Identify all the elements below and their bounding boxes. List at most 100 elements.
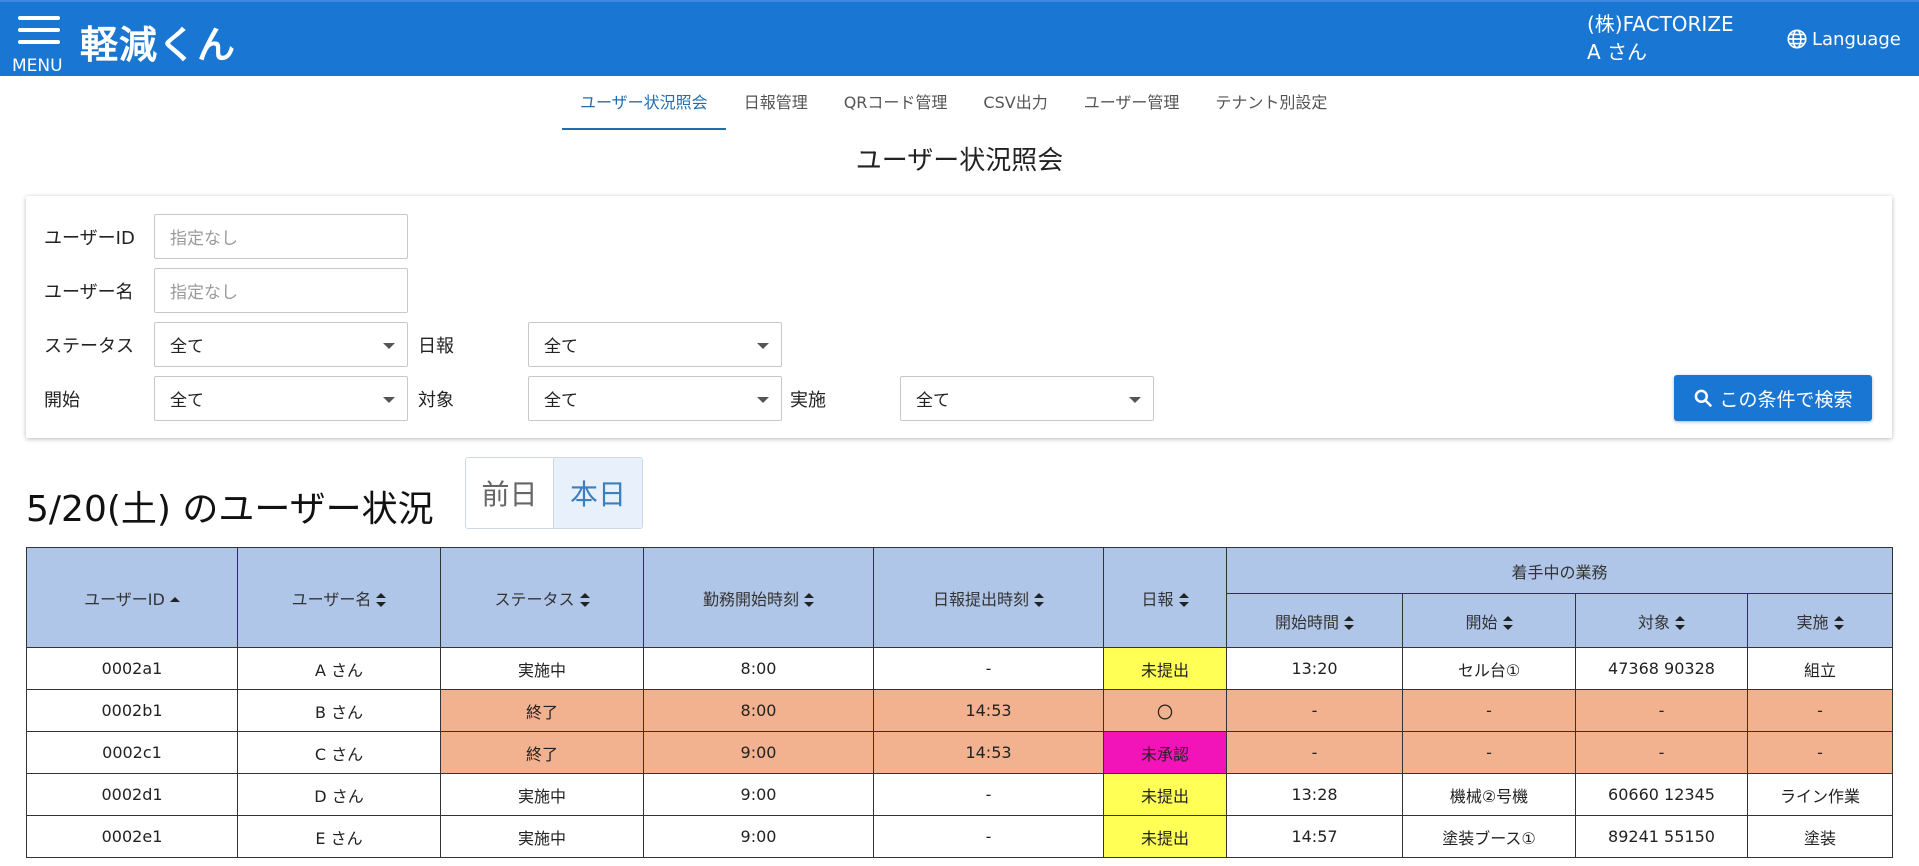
cell-user-name-link[interactable]: D さん bbox=[237, 773, 441, 816]
cell-report-time: - bbox=[873, 815, 1104, 858]
cell-task-start: - bbox=[1402, 731, 1576, 774]
sort-icon bbox=[1502, 616, 1513, 630]
col-task-start[interactable]: 開始 bbox=[1402, 593, 1576, 648]
search-button-label: この条件で検索 bbox=[1719, 388, 1853, 411]
cell-user-id: 0002c1 bbox=[26, 731, 238, 774]
target-select-value: 全て bbox=[544, 391, 578, 411]
col-user-id[interactable]: ユーザーID bbox=[26, 547, 238, 648]
cell-user-id: 0002e1 bbox=[26, 815, 238, 858]
cell-task-target: 60660 12345 bbox=[1575, 773, 1748, 816]
dropdown-caret-icon bbox=[383, 343, 395, 349]
col-task-start-label: 開始 bbox=[1465, 612, 1498, 632]
cell-user-id: 0002a1 bbox=[26, 647, 238, 690]
tab-user-status[interactable]: ユーザー状況照会 bbox=[562, 84, 726, 130]
cell-user-name-link[interactable]: C さん bbox=[237, 731, 441, 774]
tab-qr-code[interactable]: QRコード管理 bbox=[826, 84, 966, 130]
execution-select-value: 全て bbox=[916, 391, 950, 411]
menu-icon-bar bbox=[18, 40, 60, 44]
col-current-task: 着手中の業務 bbox=[1225, 547, 1894, 594]
cell-task-start: 機械②号機 bbox=[1402, 773, 1576, 816]
previous-day-button[interactable]: 前日 bbox=[466, 458, 554, 528]
cell-user-name-link[interactable]: A さん bbox=[237, 647, 441, 690]
cell-task-target: 47368 90328 bbox=[1575, 647, 1748, 690]
cell-report: 未提出 bbox=[1103, 773, 1227, 816]
cell-task-start: - bbox=[1402, 689, 1576, 732]
cell-user-name-link[interactable]: E さん bbox=[237, 815, 441, 858]
status-label: ステータス bbox=[44, 336, 134, 357]
col-task-exec-label: 実施 bbox=[1796, 612, 1829, 632]
col-report-label: 日報 bbox=[1141, 589, 1174, 609]
cell-status: 終了 bbox=[440, 689, 644, 732]
tab-tenant-settings[interactable]: テナント別設定 bbox=[1197, 84, 1345, 130]
cell-user-name-link[interactable]: B さん bbox=[237, 689, 441, 732]
execution-select[interactable]: 全て bbox=[900, 376, 1154, 421]
table-row: 0002c1 C さん 終了 9:00 14:53 未承認 - - - - bbox=[26, 731, 1894, 774]
cell-report-time: - bbox=[873, 647, 1104, 690]
sort-icon bbox=[1178, 593, 1189, 607]
page-title: ユーザー状況照会 bbox=[855, 146, 1064, 176]
tab-daily-report[interactable]: 日報管理 bbox=[726, 84, 826, 130]
cell-status: 実施中 bbox=[440, 815, 644, 858]
cell-task-target: 89241 55150 bbox=[1575, 815, 1748, 858]
table-row: 0002a1 A さん 実施中 8:00 - 未提出 13:20 セル台① 47… bbox=[26, 647, 1894, 690]
cell-work-start: 8:00 bbox=[643, 647, 874, 690]
menu-icon bbox=[18, 16, 60, 20]
cell-status: 実施中 bbox=[440, 773, 644, 816]
cell-user-id: 0002b1 bbox=[26, 689, 238, 732]
user-name-input[interactable]: 指定なし bbox=[154, 268, 408, 313]
cell-task-exec: - bbox=[1746, 689, 1894, 732]
report-select[interactable]: 全て bbox=[528, 322, 782, 367]
report-select-value: 全て bbox=[544, 337, 578, 357]
col-task-target[interactable]: 対象 bbox=[1575, 593, 1748, 648]
menu-label: MENU bbox=[12, 56, 63, 76]
cell-report-time: - bbox=[873, 773, 1104, 816]
col-report[interactable]: 日報 bbox=[1103, 547, 1227, 648]
col-report-time[interactable]: 日報提出時刻 bbox=[873, 547, 1104, 648]
cell-task-exec: ライン作業 bbox=[1746, 773, 1894, 816]
dropdown-caret-icon bbox=[383, 397, 395, 403]
menu-icon-bar bbox=[18, 28, 60, 32]
language-button[interactable]: Language bbox=[1786, 28, 1901, 50]
today-button[interactable]: 本日 bbox=[554, 458, 642, 528]
tab-user-management[interactable]: ユーザー管理 bbox=[1066, 84, 1198, 130]
user-id-input[interactable]: 指定なし bbox=[154, 214, 408, 259]
col-status[interactable]: ステータス bbox=[440, 547, 644, 648]
sort-icon bbox=[376, 593, 387, 607]
cell-user-id: 0002d1 bbox=[26, 773, 238, 816]
cell-task-start: 塗装ブース① bbox=[1402, 815, 1576, 858]
col-task-exec[interactable]: 実施 bbox=[1746, 593, 1894, 648]
cell-status: 終了 bbox=[440, 731, 644, 774]
sort-icon bbox=[1833, 616, 1844, 630]
user-id-label: ユーザーID bbox=[44, 228, 135, 249]
execution-label: 実施 bbox=[790, 390, 826, 411]
col-task-start-time-label: 開始時間 bbox=[1274, 612, 1339, 632]
col-work-start[interactable]: 勤務開始時刻 bbox=[643, 547, 874, 648]
cell-task-exec: - bbox=[1746, 731, 1894, 774]
cell-work-start: 8:00 bbox=[643, 689, 874, 732]
cell-report: 未提出 bbox=[1103, 647, 1227, 690]
cell-task-start: セル台① bbox=[1402, 647, 1576, 690]
menu-button[interactable]: MENU bbox=[10, 12, 68, 76]
col-user-name[interactable]: ユーザー名 bbox=[237, 547, 441, 648]
status-select-value: 全て bbox=[170, 337, 204, 357]
col-task-start-time[interactable]: 開始時間 bbox=[1226, 593, 1403, 648]
cell-task-exec: 組立 bbox=[1746, 647, 1894, 690]
dropdown-caret-icon bbox=[757, 343, 769, 349]
cell-task-target: - bbox=[1575, 731, 1748, 774]
tab-csv-export[interactable]: CSV出力 bbox=[965, 84, 1065, 130]
col-report-time-label: 日報提出時刻 bbox=[932, 589, 1029, 609]
cell-report: 〇 bbox=[1103, 689, 1227, 732]
start-select[interactable]: 全て bbox=[154, 376, 408, 421]
cell-work-start: 9:00 bbox=[643, 731, 874, 774]
report-label: 日報 bbox=[418, 336, 454, 357]
filter-panel: ユーザーID 指定なし ユーザー名 指定なし ステータス 全て 日報 全て 開始… bbox=[26, 196, 1892, 438]
col-work-start-label: 勤務開始時刻 bbox=[702, 589, 799, 609]
sort-icon bbox=[804, 593, 814, 607]
col-user-id-label: ユーザーID bbox=[84, 589, 165, 609]
search-button[interactable]: この条件で検索 bbox=[1674, 375, 1872, 421]
user-name: A さん bbox=[1587, 40, 1648, 64]
status-select[interactable]: 全て bbox=[154, 322, 408, 367]
target-label: 対象 bbox=[418, 390, 454, 411]
target-select[interactable]: 全て bbox=[528, 376, 782, 421]
cell-task-start-time: 13:20 bbox=[1226, 647, 1403, 690]
